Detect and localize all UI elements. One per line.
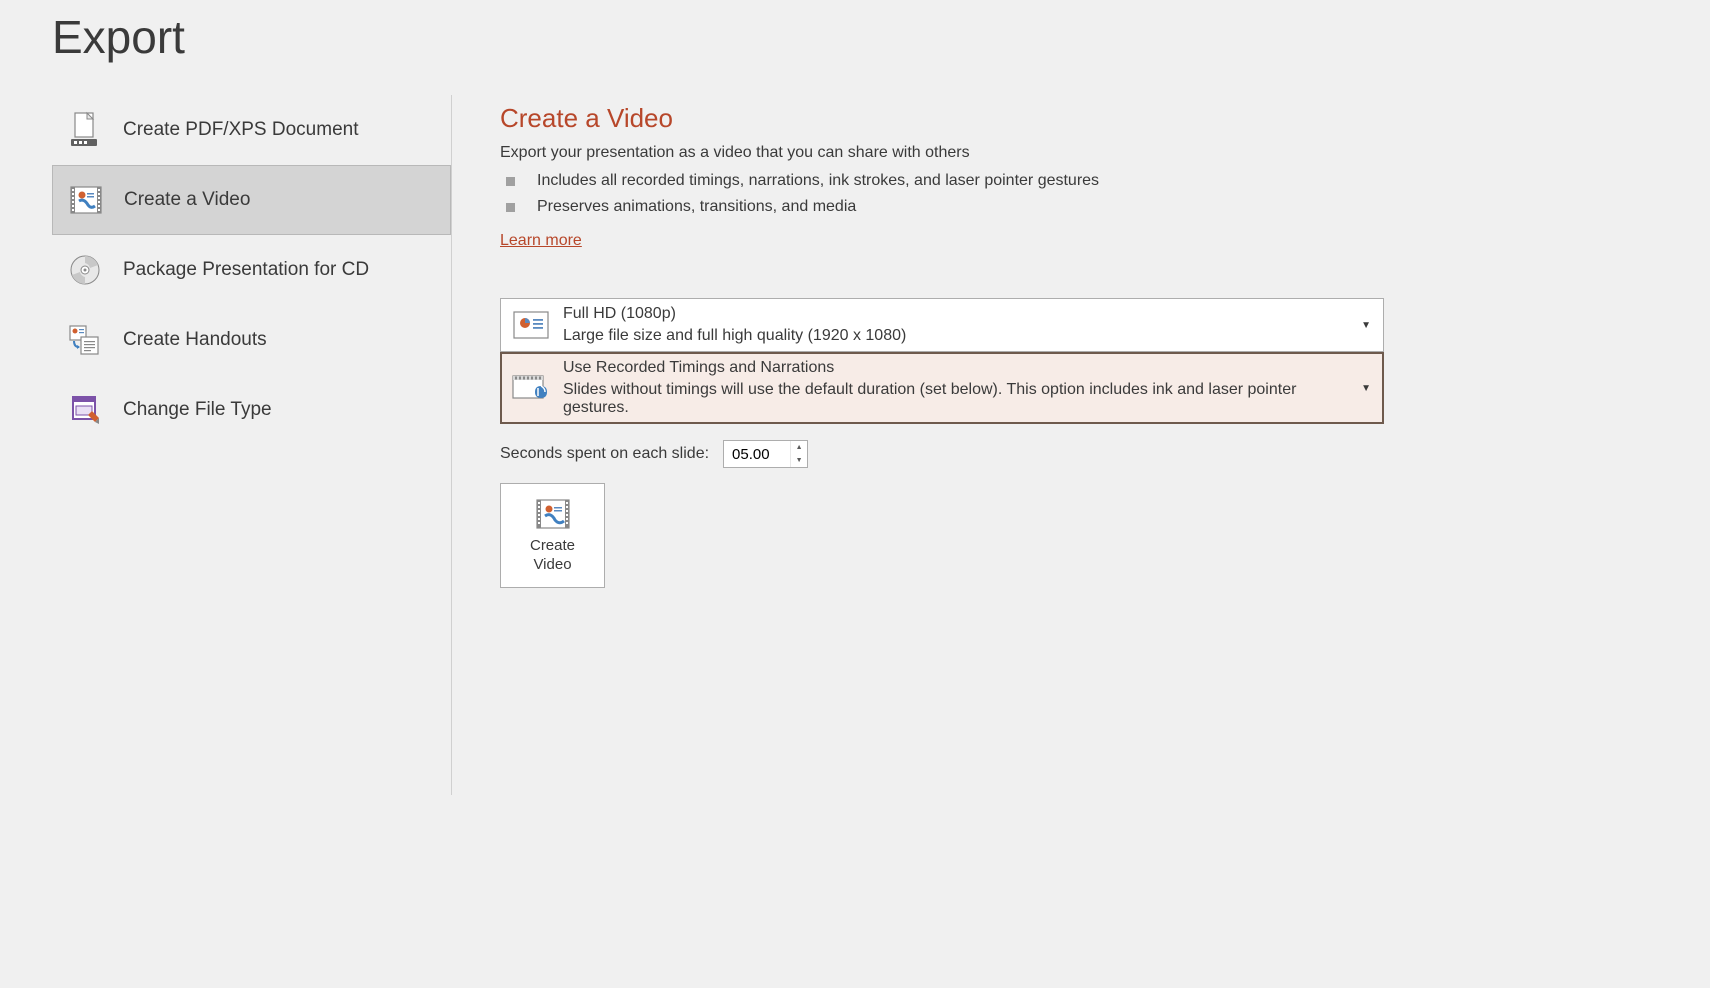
spinner-up-button[interactable]: ▲ [791, 441, 807, 454]
handouts-icon [67, 322, 103, 358]
cd-icon [67, 252, 103, 288]
sidebar-item-label: Create a Video [124, 189, 250, 211]
bullet-row: Includes all recorded timings, narration… [500, 168, 1670, 194]
chevron-down-icon: ▼ [1361, 383, 1371, 394]
sidebar: Create PDF/XPS Document Create a Video [52, 95, 452, 795]
seconds-row: Seconds spent on each slide: ▲ ▼ [500, 440, 1670, 468]
sidebar-item-create-video[interactable]: Create a Video [52, 165, 451, 235]
timings-dropdown[interactable]: Use Recorded Timings and Narrations Slid… [500, 352, 1384, 424]
sidebar-item-create-pdf[interactable]: Create PDF/XPS Document [52, 95, 451, 165]
spinner-down-button[interactable]: ▼ [791, 454, 807, 467]
chevron-down-icon: ▼ [1361, 320, 1371, 331]
sidebar-item-label: Package Presentation for CD [123, 259, 369, 281]
sidebar-item-label: Create Handouts [123, 329, 267, 351]
sidebar-item-label: Create PDF/XPS Document [123, 119, 358, 141]
main-subtitle: Export your presentation as a video that… [500, 144, 1670, 162]
create-video-button[interactable]: CreateVideo [500, 483, 605, 588]
sidebar-item-package-cd[interactable]: Package Presentation for CD [52, 235, 451, 305]
sidebar-item-create-handouts[interactable]: Create Handouts [52, 305, 451, 375]
seconds-label: Seconds spent on each slide: [500, 445, 709, 463]
page-title: Export [0, 0, 1710, 70]
dropdown-subtitle: Slides without timings will use the defa… [563, 381, 1361, 417]
create-video-button-label: CreateVideo [530, 537, 575, 575]
seconds-input[interactable] [724, 441, 790, 467]
pdf-document-icon [67, 112, 103, 148]
create-video-button-icon [534, 497, 572, 531]
seconds-spinner[interactable]: ▲ ▼ [723, 440, 808, 468]
learn-more-link[interactable]: Learn more [500, 232, 582, 250]
change-file-type-icon [67, 392, 103, 428]
content-wrap: Create PDF/XPS Document Create a Video [0, 70, 1710, 795]
dropdown-text: Use Recorded Timings and Narrations Slid… [563, 359, 1361, 417]
timings-thumb-icon [511, 372, 551, 404]
sidebar-item-label: Change File Type [123, 399, 272, 421]
quality-dropdown[interactable]: Full HD (1080p) Large file size and full… [500, 298, 1384, 352]
dropdown-title: Full HD (1080p) [563, 305, 1361, 323]
bullet-icon [506, 203, 515, 212]
bullet-row: Preserves animations, transitions, and m… [500, 194, 1670, 220]
bullet-text: Includes all recorded timings, narration… [537, 172, 1099, 190]
dropdown-text: Full HD (1080p) Large file size and full… [563, 305, 1361, 345]
main-panel: Create a Video Export your presentation … [452, 95, 1710, 795]
sidebar-item-change-file-type[interactable]: Change File Type [52, 375, 451, 445]
dropdown-subtitle: Large file size and full high quality (1… [563, 327, 1361, 345]
main-heading: Create a Video [500, 103, 1670, 134]
video-icon [68, 182, 104, 218]
bullet-icon [506, 177, 515, 186]
dropdown-title: Use Recorded Timings and Narrations [563, 359, 1361, 377]
bullet-text: Preserves animations, transitions, and m… [537, 198, 856, 216]
presentation-thumb-icon [511, 309, 551, 341]
